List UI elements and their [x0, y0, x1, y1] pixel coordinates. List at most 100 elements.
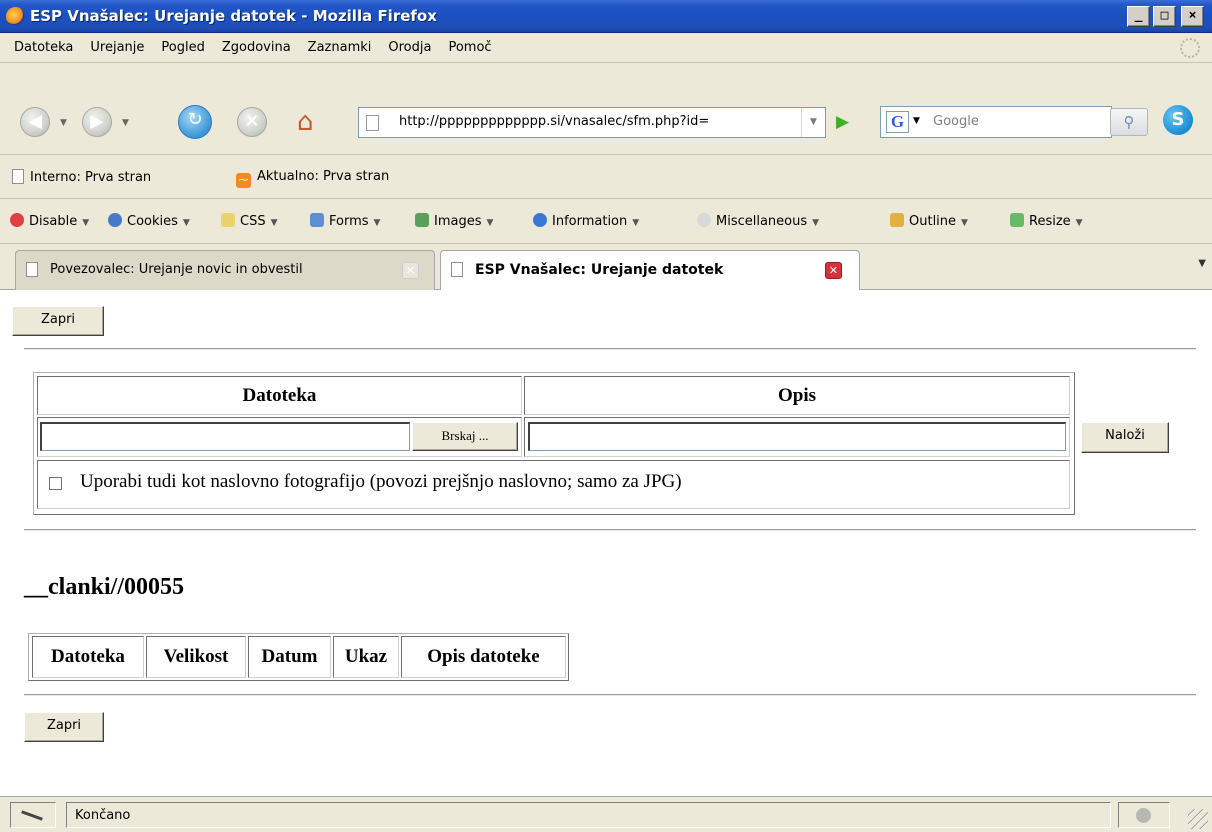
dev-resize-label: Resize [1029, 214, 1071, 229]
status-bar: Končano [0, 796, 1212, 832]
files-column-header: Datum [248, 636, 331, 678]
reload-icon[interactable]: ↻ [178, 105, 212, 139]
close-tab-icon[interactable]: ✕ [402, 262, 419, 279]
maximize-button[interactable]: □ [1153, 6, 1176, 27]
close-button-top[interactable]: Zapri [12, 306, 104, 336]
chevron-down-icon: ▼ [632, 218, 640, 228]
dev-outline[interactable]: Outline ▼ [890, 213, 968, 229]
chevron-down-icon: ▼ [270, 218, 278, 228]
menu-pomoc[interactable]: Pomoč [448, 40, 491, 55]
tab-label: ESP Vnašalec: Urejanje datotek [475, 262, 724, 278]
back-history-icon[interactable]: ▼ [60, 118, 67, 128]
chevron-down-icon: ▼ [182, 218, 190, 228]
dev-images-label: Images [434, 214, 482, 229]
search-input[interactable]: G ▼ Google [880, 106, 1112, 138]
dev-outline-label: Outline [909, 214, 957, 229]
web-developer-toolbar: Disable ▼ Cookies ▼ CSS ▼ Forms ▼ Images ▼ In… [0, 199, 1212, 244]
url-dropdown-icon[interactable]: ▼ [801, 108, 825, 137]
page-content: Zapri Datoteka Opis Brskaj ... Uporabi t… [0, 290, 1212, 796]
close-tab-icon[interactable]: ✕ [825, 262, 842, 279]
dev-information-label: Information [552, 214, 628, 229]
title-photo-label: Uporabi tudi kot naslovno fotografijo (p… [80, 471, 682, 492]
bookmark-aktualno[interactable]: ⁓ Aktualno: Prva stran [236, 169, 389, 188]
tab-list-icon[interactable]: ▼ [1198, 258, 1206, 269]
dev-css[interactable]: CSS ▼ [221, 213, 278, 229]
dev-disable[interactable]: Disable ▼ [10, 213, 89, 229]
file-input[interactable] [40, 422, 410, 451]
tab-povezovalec[interactable]: Povezovalec: Urejanje novic in obvestil … [15, 250, 435, 290]
bookmark-label: Aktualno: Prva stran [257, 169, 390, 184]
bookmarks-bar: Interno: Prva stran ⁓ Aktualno: Prva stra… [0, 154, 1212, 199]
menu-urejanje[interactable]: Urejanje [90, 40, 144, 55]
home-icon[interactable]: ⌂ [297, 107, 314, 137]
dev-forms-label: Forms [329, 214, 369, 229]
dev-cookies-label: Cookies [127, 214, 178, 229]
page-icon [12, 169, 24, 184]
dev-cookies[interactable]: Cookies ▼ [108, 213, 190, 229]
window-controls: _ □ × [1127, 6, 1204, 27]
resize-icon [1010, 213, 1024, 227]
url-field[interactable]: http://ppppppppppppp.si/vnasalec/sfm.php… [358, 107, 826, 138]
close-button-bottom[interactable]: Zapri [24, 712, 104, 742]
title-photo-checkbox[interactable] [49, 477, 62, 490]
minimize-button[interactable]: _ [1127, 6, 1150, 27]
page-icon [451, 262, 463, 277]
dev-miscellaneous-label: Miscellaneous [716, 214, 808, 229]
go-icon[interactable]: ▶ [836, 112, 849, 132]
chevron-down-icon: ▼ [961, 218, 968, 228]
folder-heading: __clanki//00055 [24, 574, 185, 600]
menu-pogled[interactable]: Pogled [161, 40, 204, 55]
menu-datoteka[interactable]: Datoteka [14, 40, 73, 55]
chevron-down-icon: ▼ [1075, 218, 1083, 228]
tab-strip: Povezovalec: Urejanje novic in obvestil … [0, 244, 1212, 291]
rss-icon: ⁓ [236, 173, 251, 188]
chevron-down-icon: ▼ [812, 218, 820, 228]
security-panel [1118, 802, 1170, 828]
close-window-button[interactable]: × [1181, 6, 1204, 27]
menu-zaznamki[interactable]: Zaznamki [308, 40, 372, 55]
url-text[interactable]: http://ppppppppppppp.si/vnasalec/sfm.php… [399, 114, 779, 129]
dev-resize[interactable]: Resize ▼ [1010, 213, 1083, 229]
skype-icon[interactable]: S [1163, 105, 1193, 135]
throbber-icon [1180, 38, 1200, 58]
search-placeholder: Google [933, 114, 979, 129]
google-logo-icon[interactable]: G [886, 111, 909, 133]
description-input[interactable] [528, 422, 1066, 451]
navigation-toolbar: ◀ ▼ ▶ ▼ ↻ ✕ ⌂ http://ppppppppppppp.si/vn… [0, 63, 1212, 154]
dev-images[interactable]: Images ▼ [415, 213, 493, 229]
title-bar[interactable]: ESP Vnašalec: Urejanje datotek - Mozilla… [0, 0, 1212, 33]
plug-icon [21, 810, 43, 821]
dev-forms[interactable]: Forms ▼ [310, 213, 380, 229]
upload-button[interactable]: Naloži [1081, 422, 1169, 453]
stop-icon[interactable]: ✕ [237, 107, 267, 137]
page-icon [26, 262, 38, 277]
dev-css-label: CSS [240, 214, 266, 229]
forward-history-icon[interactable]: ▼ [122, 118, 129, 128]
search-engine-dropdown-icon[interactable]: ▼ [913, 116, 920, 126]
divider [24, 529, 1196, 531]
files-column-header: Ukaz [333, 636, 399, 678]
security-icon[interactable] [1136, 808, 1151, 823]
bookmark-interno[interactable]: Interno: Prva stran [12, 169, 151, 185]
search-icon[interactable]: ⚲ [1110, 108, 1148, 136]
files-column-header: Opis datoteke [401, 636, 566, 678]
menu-zgodovina[interactable]: Zgodovina [222, 40, 291, 55]
page-icon [366, 115, 379, 131]
back-icon[interactable]: ◀ [20, 107, 50, 137]
menu-orodja[interactable]: Orodja [388, 40, 431, 55]
bookmark-label: Interno: Prva stran [30, 170, 152, 185]
files-table: Datoteka Velikost Datum Ukaz Opis datote… [28, 633, 569, 681]
resize-grip-icon[interactable] [1188, 809, 1208, 829]
description-cell [524, 417, 1070, 457]
column-header-file: Datoteka [37, 376, 522, 415]
tab-label: Povezovalec: Urejanje novic in obvestil [50, 262, 303, 277]
dev-information[interactable]: Information ▼ [533, 213, 639, 229]
column-header-description: Opis [524, 376, 1070, 415]
tab-esp-vnasalec[interactable]: ESP Vnašalec: Urejanje datotek ✕ [440, 250, 860, 291]
checkbox-cell: Uporabi tudi kot naslovno fotografijo (p… [37, 460, 1070, 509]
forward-icon[interactable]: ▶ [82, 107, 112, 137]
chevron-down-icon: ▼ [82, 218, 90, 228]
dev-miscellaneous[interactable]: Miscellaneous ▼ [697, 213, 819, 229]
information-icon [533, 213, 547, 227]
browse-button[interactable]: Brskaj ... [412, 422, 518, 451]
